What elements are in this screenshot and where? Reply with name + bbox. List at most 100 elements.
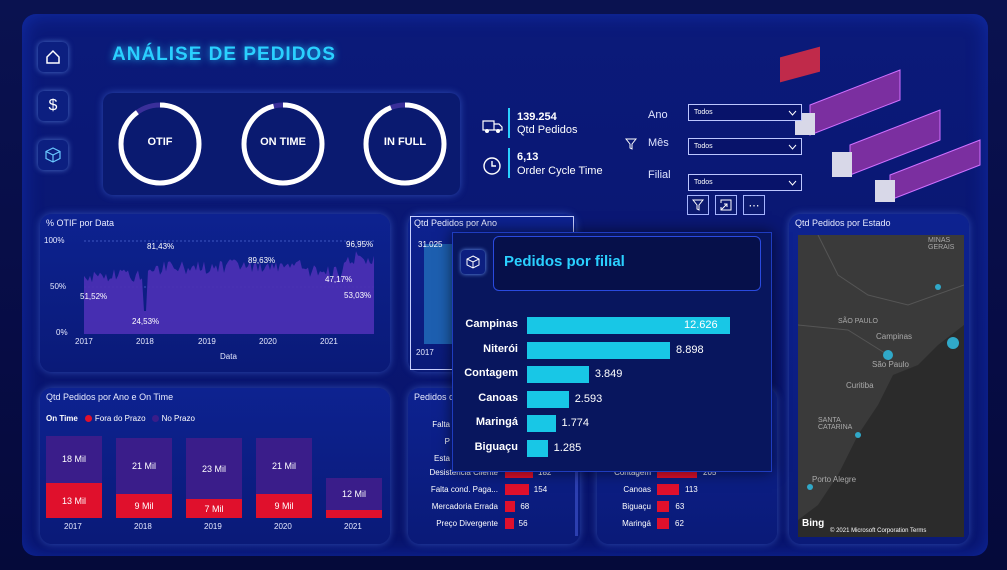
popup-bar-Niterói[interactable] [527, 341, 671, 359]
bar-fora-2019[interactable]: 7 Mil [186, 499, 242, 518]
motivo-bar[interactable] [505, 501, 516, 512]
popup-value: 1.285 [553, 441, 582, 454]
ontime-panel: Qtd Pedidos por Ano e On Time On Time Fo… [40, 388, 390, 544]
popup-title: Pedidos por filial [504, 253, 625, 270]
filial-value: 113 [685, 485, 698, 494]
y-tick: 50% [50, 282, 67, 291]
filial-bar[interactable] [657, 501, 670, 512]
popup-value: 2.593 [574, 392, 603, 405]
estado-title: Qtd Pedidos por Estado [795, 218, 891, 228]
popup-bar-Contagem[interactable] [527, 366, 589, 383]
bar-fora-2021[interactable] [326, 510, 382, 518]
home-nav-button[interactable] [38, 42, 68, 72]
focus-mode-button[interactable] [715, 195, 737, 215]
bar-label: 31.025 [418, 240, 443, 249]
popup-value: 1.774 [561, 417, 590, 429]
motivo-value: 56 [518, 519, 528, 528]
bar-fora-2017[interactable]: 13 Mil [46, 483, 102, 518]
filial-category: Biguaçu [622, 502, 651, 511]
otif-annotation: 53,03% [344, 291, 372, 300]
motivo-category: Esta [433, 454, 450, 463]
motivo-bar[interactable] [505, 484, 529, 495]
filter-icon [692, 199, 704, 211]
filial-value: 63 [675, 502, 685, 511]
motivo-category: Falta [432, 420, 450, 429]
cube-icon [466, 255, 480, 269]
x-tick: 2021 [320, 337, 338, 346]
bar-fora-2018[interactable]: 9 Mil [116, 494, 172, 518]
filial-bar[interactable] [657, 484, 679, 495]
map[interactable]: MINAS GERAIS SÃO PAULO Campinas São Paul… [798, 235, 964, 537]
chevron-down-icon [788, 110, 797, 116]
gauge-label: IN FULL [383, 136, 427, 148]
otif-annotation: 24,53% [132, 317, 160, 326]
map-label: Campinas [876, 332, 913, 341]
bar-fora-2020[interactable]: 9 Mil [256, 494, 312, 518]
more-options-button[interactable]: ⋯ [743, 195, 765, 215]
popup-category: Canoas [478, 391, 518, 404]
motivo-category: P [444, 437, 450, 446]
x-tick: 2017 [416, 348, 434, 357]
motivo-bar[interactable] [505, 518, 514, 529]
bar-no-2019[interactable]: 23 Mil [186, 438, 242, 500]
motivo-value: 154 [533, 485, 548, 494]
ano-dropdown[interactable]: Todos [688, 104, 802, 121]
x-tick: 2017 [64, 522, 82, 531]
dollar-icon: $ [48, 97, 58, 114]
map-land [798, 235, 964, 520]
cycle-time-label: Order Cycle Time [517, 165, 603, 177]
otif-annotation: 51,52% [80, 292, 108, 301]
trucks-illustration [780, 46, 981, 202]
cube-icon [45, 147, 61, 163]
motivo-category: Falta cond. Paga... [430, 485, 498, 494]
clock-icon [483, 157, 501, 175]
mes-dropdown[interactable]: Todos [688, 138, 802, 155]
map-label: SANTA CATARINA [818, 417, 853, 431]
bar-no-2020[interactable]: 21 Mil [256, 438, 312, 495]
x-tick: 2021 [344, 522, 362, 531]
focus-popup[interactable]: Pedidos por filial Campinas 12.626 Niterói… [452, 232, 772, 472]
orders-nav-button[interactable] [38, 140, 68, 170]
map-label: SÃO PAULO [838, 318, 878, 325]
otif-annotation: 81,43% [147, 242, 175, 251]
legend-dot-no [151, 415, 159, 422]
home-icon [46, 49, 60, 64]
bar-no-2018[interactable]: 21 Mil [116, 438, 172, 495]
bing-logo: Bing [802, 518, 825, 529]
legend: On Time Fora do Prazo No Prazo [46, 414, 195, 423]
x-tick: 2017 [75, 337, 93, 346]
filial-dropdown[interactable]: Todos [688, 174, 802, 191]
popup-bar-Biguaçu[interactable] [527, 439, 548, 457]
filter-visual-button[interactable] [687, 195, 709, 215]
popup-bar-Canoas[interactable] [527, 390, 569, 408]
x-tick: 2019 [198, 337, 216, 346]
gauge-1: ON TIME [239, 100, 327, 188]
map-label: MINAS GERAIS [928, 237, 955, 251]
filial-dropdown-value: Todos [694, 179, 713, 186]
bar-no-2021[interactable]: 12 Mil [326, 478, 382, 510]
y-tick: 100% [44, 236, 65, 245]
bar-no-2017[interactable]: 18 Mil [46, 435, 102, 484]
legend-dot-fora [84, 415, 92, 422]
popup-category: Niterói [483, 342, 518, 355]
motivo-value: 68 [520, 502, 530, 511]
otif-annotation: 89,63% [248, 256, 276, 265]
legend-fora: Fora do Prazo [94, 414, 146, 423]
popup-value: 8.898 [676, 343, 704, 356]
filter-icon [625, 138, 637, 150]
finance-nav-button[interactable]: $ [38, 91, 68, 121]
cycle-time-value: 6,13 [517, 151, 539, 163]
kpi-accent [508, 148, 510, 178]
popup-bar-Maringá[interactable] [527, 415, 556, 432]
y-tick: 0% [56, 328, 68, 337]
map-label: São Paulo [872, 360, 909, 369]
qtd-pedidos-value: 139.254 [517, 111, 557, 123]
filial-category: Maringá [622, 519, 651, 528]
mes-dropdown-value: Todos [694, 143, 713, 150]
bar-2017[interactable] [424, 244, 452, 344]
filial-bar[interactable] [657, 518, 669, 529]
filial-category: Canoas [623, 485, 651, 494]
popup-value: 12.626 [684, 319, 718, 331]
popup-icon-box [461, 250, 485, 274]
otif-annotation: 47,17% [325, 275, 353, 284]
